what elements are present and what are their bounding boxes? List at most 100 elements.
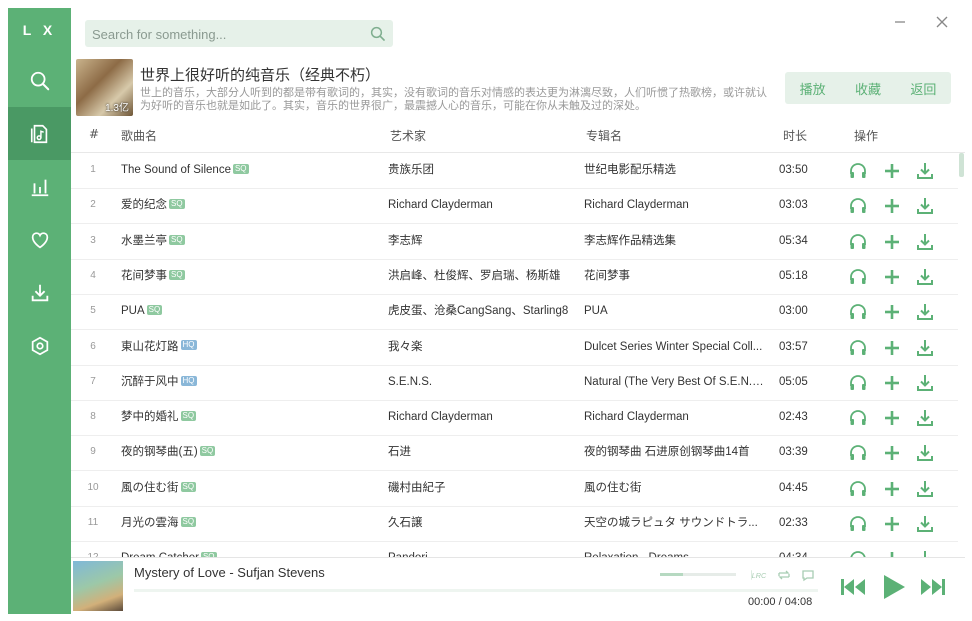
scrollbar[interactable]: [959, 153, 964, 177]
collect-button[interactable]: 收藏: [851, 79, 885, 98]
quality-badge: SQ: [169, 269, 185, 280]
header-artist: 艺术家: [390, 129, 427, 143]
heart-icon: [31, 231, 48, 248]
close-icon[interactable]: [934, 14, 950, 30]
now-playing-cover[interactable]: [73, 561, 123, 611]
row-artist: Richard Clayderman: [388, 199, 493, 212]
play-icon[interactable]: [881, 573, 907, 601]
download-icon[interactable]: [916, 374, 934, 392]
music-file-icon: [30, 124, 47, 143]
row-index: 12: [71, 541, 115, 557]
add-icon[interactable]: [883, 268, 901, 286]
play-count: 1.3亿: [105, 103, 129, 114]
main-panel: 1.3亿 世界上很好听的纯音乐（经典不朽） 世上的音乐，大部分人听到的都是带有歌…: [71, 8, 965, 557]
row-duration: 04:34: [779, 541, 819, 557]
app-logo: L X: [22, 22, 57, 38]
row-song-name: 梦中的婚礼 SQ: [121, 411, 197, 424]
play-all-button[interactable]: 播放: [796, 79, 830, 98]
row-artist: S.E.N.S.: [388, 375, 433, 388]
add-icon[interactable]: [883, 480, 901, 498]
add-icon[interactable]: [883, 303, 901, 321]
next-icon[interactable]: [919, 576, 947, 598]
listen-icon[interactable]: [849, 233, 867, 251]
listen-icon[interactable]: [849, 268, 867, 286]
download-icon[interactable]: [916, 339, 934, 357]
download-icon[interactable]: [916, 197, 934, 215]
download-icon[interactable]: [916, 409, 934, 427]
nav-favorites[interactable]: [8, 213, 71, 266]
nav-download[interactable]: [8, 266, 71, 319]
row-operations: [849, 162, 939, 180]
listen-icon[interactable]: [849, 374, 867, 392]
listen-icon[interactable]: [849, 515, 867, 533]
progress-bar[interactable]: [134, 589, 818, 592]
add-icon[interactable]: [883, 409, 901, 427]
add-icon[interactable]: [883, 374, 901, 392]
search-icon[interactable]: [369, 25, 387, 43]
search-box[interactable]: [85, 20, 393, 49]
table-row[interactable]: 1 The Sound of Silence SQ 贵族乐团 世纪电影配乐精选 03:50: [71, 153, 958, 189]
table-row[interactable]: 10 風の住む街 SQ 磯村由紀子 風の住む街 04:45: [71, 471, 958, 507]
download-icon[interactable]: [916, 444, 934, 462]
download-icon[interactable]: [916, 162, 934, 180]
table-row[interactable]: 11 月光の雲海 SQ 久石譲 天空の城ラピュタ サウンドトラ... 02:33: [71, 506, 958, 542]
nav-search[interactable]: [8, 54, 71, 107]
repeat-icon[interactable]: [776, 568, 792, 582]
download-icon[interactable]: [916, 515, 934, 533]
lyric-icon[interactable]: LRC: [751, 568, 767, 582]
table-row[interactable]: 12 Dream CatcherSQ Pandori Relaxation - Dre…: [71, 541, 958, 557]
table-row[interactable]: 2 爱的纪念 SQ Richard Clayderman Richard Clayder…: [71, 188, 958, 225]
download-icon[interactable]: [916, 480, 934, 498]
listen-icon[interactable]: [849, 409, 867, 427]
back-button[interactable]: 返回: [906, 79, 940, 98]
row-operations: [849, 197, 939, 215]
row-artist: Pandori: [388, 541, 578, 557]
table-row[interactable]: 6 東山花灯路 HQ 我々楽 Dulcet Series Winter Special …: [71, 330, 958, 366]
listen-icon[interactable]: [849, 480, 867, 498]
listen-icon[interactable]: [849, 444, 867, 462]
nav-songlist[interactable]: [8, 107, 71, 160]
table-row[interactable]: 4 花间梦事 SQ 洪启峰、杜俊辉、罗启瑞、杨斯雄 花间梦事 05:18: [71, 259, 958, 295]
quality-badge: SQ: [146, 305, 163, 316]
listen-icon[interactable]: [849, 162, 867, 180]
add-icon[interactable]: [883, 339, 901, 357]
comment-icon[interactable]: [800, 568, 816, 582]
row-index: 10: [87, 481, 99, 493]
row-song-name: 水墨兰亭 SQ: [121, 234, 185, 247]
download-icon[interactable]: [916, 233, 934, 251]
minimize-icon[interactable]: [892, 14, 908, 30]
add-icon[interactable]: [883, 515, 901, 533]
volume-slider[interactable]: [660, 573, 736, 576]
row-duration: 03:39: [779, 446, 808, 459]
header-index: #: [89, 127, 100, 141]
nav-leaderboard[interactable]: [8, 160, 71, 213]
sidebar: L X: [8, 8, 71, 614]
add-icon[interactable]: [883, 550, 901, 557]
row-artist: 李志辉: [388, 234, 423, 247]
download-icon[interactable]: [916, 268, 934, 286]
table-row[interactable]: 7 沉醉于风中 HQ S.E.N.S. Natural (The Very Best O…: [71, 365, 958, 401]
now-playing-title: Mystery of Love - Sufjan Stevens: [134, 565, 325, 580]
search-input[interactable]: [90, 20, 364, 49]
row-song-name: Dream CatcherSQ: [121, 541, 383, 557]
player-bar: Mystery of Love - Sufjan Stevens LRC 00:…: [71, 557, 965, 615]
listen-icon[interactable]: [849, 550, 867, 557]
table-row[interactable]: 5 PUA SQ 虎皮蛋、沧桑CangSang、Starling8 PUA 03:00: [71, 294, 958, 331]
nav-settings[interactable]: [8, 319, 71, 372]
table-row[interactable]: 9 夜的钢琴曲(五) SQ 石进 夜的钢琴曲 石进原创钢琴曲14首 03:39: [71, 435, 958, 472]
add-icon[interactable]: [883, 197, 901, 215]
add-icon[interactable]: [883, 444, 901, 462]
listen-icon[interactable]: [849, 197, 867, 215]
download-icon[interactable]: [916, 550, 934, 557]
table-row[interactable]: 8 梦中的婚礼 SQ Richard Clayderman Richard Clayde…: [71, 400, 958, 437]
previous-icon[interactable]: [839, 576, 867, 598]
listen-icon[interactable]: [849, 339, 867, 357]
download-icon[interactable]: [916, 303, 934, 321]
song-list: 1 The Sound of Silence SQ 贵族乐团 世纪电影配乐精选 03:50…: [71, 153, 965, 557]
listen-icon[interactable]: [849, 303, 867, 321]
table-row[interactable]: 3 水墨兰亭 SQ 李志辉 李志辉作品精选集 05:34: [71, 224, 958, 260]
add-icon[interactable]: [883, 162, 901, 180]
row-duration: 05:05: [779, 375, 808, 388]
add-icon[interactable]: [883, 233, 901, 251]
row-song-name: 東山花灯路 HQ: [121, 340, 197, 353]
